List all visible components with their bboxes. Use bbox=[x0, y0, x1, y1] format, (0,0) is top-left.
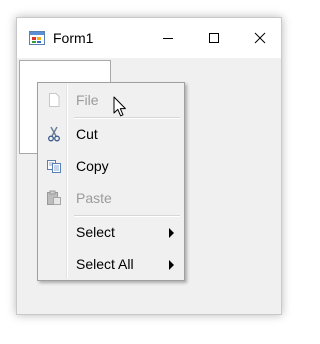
submenu-arrow-icon bbox=[169, 260, 174, 270]
title-bar[interactable]: Form1 bbox=[17, 18, 281, 58]
menu-item-label: Cut bbox=[76, 126, 98, 142]
menu-item-label: Select bbox=[76, 224, 115, 240]
menu-item-select[interactable]: Select bbox=[40, 218, 182, 246]
copy-icon bbox=[45, 157, 63, 175]
window-title: Form1 bbox=[53, 30, 94, 46]
minimize-icon bbox=[163, 38, 173, 39]
mouse-pointer-icon bbox=[113, 96, 126, 117]
minimize-button[interactable] bbox=[145, 18, 191, 58]
scissors-icon bbox=[45, 125, 63, 143]
menu-item-cut[interactable]: Cut bbox=[40, 120, 182, 148]
close-icon bbox=[254, 32, 266, 44]
winforms-app-icon bbox=[29, 30, 45, 46]
menu-item-paste[interactable]: Paste bbox=[40, 184, 182, 212]
paste-icon bbox=[45, 189, 63, 207]
file-icon bbox=[45, 91, 63, 109]
menu-item-label: File bbox=[76, 92, 99, 108]
menu-separator bbox=[74, 215, 180, 217]
menu-item-label: Copy bbox=[76, 158, 109, 174]
menu-item-label: Paste bbox=[76, 190, 112, 206]
context-menu: File Cut Copy Paste Select Select All bbox=[37, 82, 185, 281]
maximize-button[interactable] bbox=[191, 18, 237, 58]
menu-item-label: Select All bbox=[76, 256, 134, 272]
maximize-icon bbox=[209, 33, 219, 43]
menu-item-copy[interactable]: Copy bbox=[40, 152, 182, 180]
menu-item-select-all[interactable]: Select All bbox=[40, 250, 182, 278]
menu-item-file[interactable]: File bbox=[40, 86, 182, 114]
menu-separator bbox=[74, 117, 180, 119]
close-button[interactable] bbox=[237, 18, 283, 58]
submenu-arrow-icon bbox=[169, 228, 174, 238]
